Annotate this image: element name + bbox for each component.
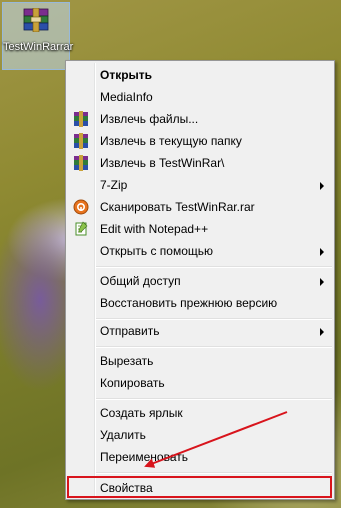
annotation-arrow [144,411,288,468]
